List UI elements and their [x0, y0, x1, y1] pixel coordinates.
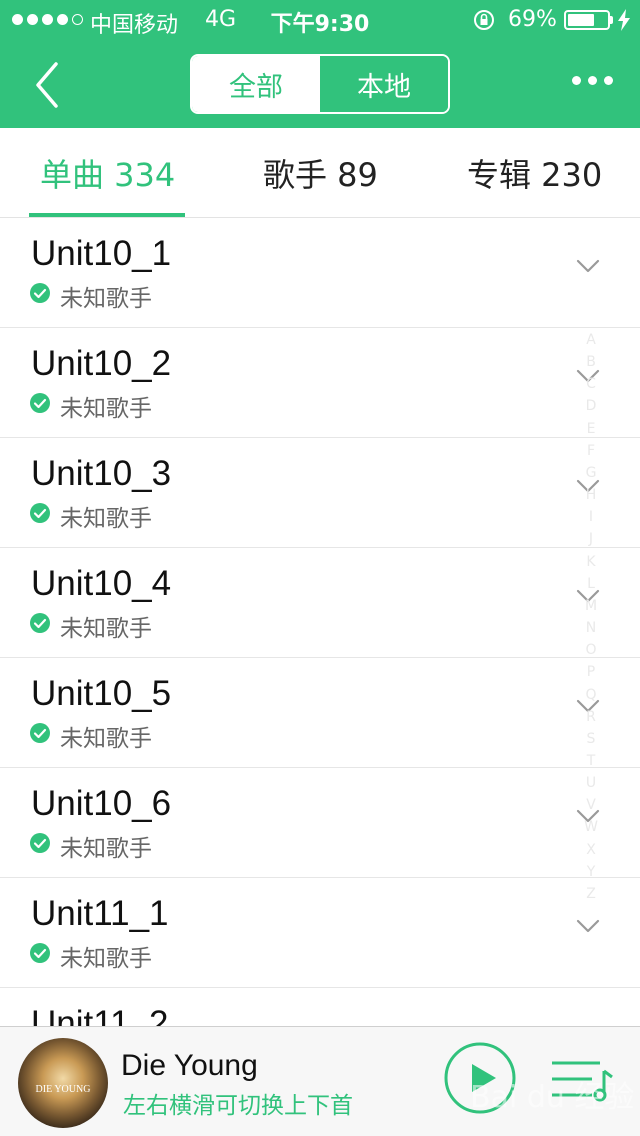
song-title: Unit10_5	[31, 674, 172, 713]
more-button[interactable]	[572, 76, 613, 85]
song-artist: 未知歌手	[60, 616, 152, 642]
index-letter[interactable]: J	[589, 531, 593, 547]
charging-bolt-icon	[618, 9, 630, 31]
album-cover-text: DIE YOUNG	[35, 1084, 91, 1095]
index-letter[interactable]: E	[587, 421, 596, 437]
segment-local[interactable]: 本地	[320, 56, 448, 112]
song-title: Unit10_3	[31, 454, 172, 493]
now-playing-title: Die Young	[121, 1049, 258, 1082]
alphabet-index[interactable]: ABCDEFGHIJKLMNOPQRSTUVWXYZ	[580, 332, 602, 902]
tab-songs[interactable]: 单曲 334	[40, 150, 175, 196]
battery-fill	[568, 14, 594, 26]
index-letter[interactable]: R	[586, 709, 596, 725]
index-letter[interactable]: K	[586, 554, 595, 570]
battery-icon	[564, 10, 610, 30]
song-row[interactable]: Unit10_2 未知歌手	[0, 328, 640, 438]
index-letter[interactable]: V	[586, 797, 596, 813]
index-letter[interactable]: A	[586, 332, 596, 348]
song-list[interactable]: Unit10_1 未知歌手 Unit10_2 未知歌手 Unit10_3 未知歌手 Unit…	[0, 218, 640, 1026]
downloaded-check-icon	[30, 833, 50, 853]
index-letter[interactable]: S	[587, 731, 596, 747]
playlist-button[interactable]	[548, 1055, 614, 1105]
top-bar: 中国移动 4G 下午9:30 69% 全部 本地	[0, 0, 640, 128]
index-letter[interactable]: O	[585, 642, 596, 658]
back-button[interactable]	[28, 60, 68, 110]
downloaded-check-icon	[30, 393, 50, 413]
song-row[interactable]: Unit10_6 未知歌手	[0, 768, 640, 878]
ellipsis-icon	[604, 76, 613, 85]
song-title: Unit10_6	[31, 784, 172, 823]
song-title: Unit10_1	[31, 234, 172, 273]
song-artist: 未知歌手	[60, 726, 152, 752]
song-artist: 未知歌手	[60, 946, 152, 972]
index-letter[interactable]: M	[585, 598, 597, 614]
album-cover[interactable]: DIE YOUNG	[18, 1038, 108, 1128]
song-row[interactable]: Unit11_1 未知歌手	[0, 878, 640, 988]
song-artist: 未知歌手	[60, 506, 152, 532]
index-letter[interactable]: F	[587, 443, 595, 459]
index-letter[interactable]: U	[586, 775, 596, 791]
song-artist: 未知歌手	[60, 836, 152, 862]
segment-all-label: 全部	[229, 71, 283, 103]
song-title: Unit11_2	[31, 1004, 169, 1026]
index-letter[interactable]: I	[589, 509, 593, 525]
mini-player[interactable]: DIE YOUNG Die Young 左右横滑可切换上下首 Bai du 经验	[0, 1026, 640, 1136]
song-title: Unit10_2	[31, 344, 172, 383]
chevron-down-icon[interactable]	[576, 918, 600, 934]
battery-percent: 69%	[508, 7, 557, 32]
tab-artists[interactable]: 歌手 89	[263, 150, 378, 196]
song-title: Unit10_4	[31, 564, 172, 603]
chevron-down-icon[interactable]	[576, 258, 600, 274]
song-row[interactable]: Unit11_2	[0, 988, 640, 1026]
index-letter[interactable]: L	[587, 576, 595, 592]
battery-cap	[610, 16, 613, 24]
index-letter[interactable]: Y	[587, 864, 596, 880]
song-artist: 未知歌手	[60, 286, 152, 312]
status-bar: 中国移动 4G 下午9:30 69%	[0, 0, 640, 40]
index-letter[interactable]: D	[586, 398, 597, 414]
play-button[interactable]	[444, 1042, 516, 1114]
index-letter[interactable]: H	[586, 487, 597, 503]
tab-albums[interactable]: 专辑 230	[467, 150, 602, 196]
song-row[interactable]: Unit10_1 未知歌手	[0, 218, 640, 328]
segment-all[interactable]: 全部	[192, 56, 320, 112]
ellipsis-icon	[588, 76, 597, 85]
segment-local-label: 本地	[357, 71, 411, 103]
song-title: Unit11_1	[31, 894, 169, 933]
rotation-lock-icon	[474, 10, 494, 30]
ellipsis-icon	[572, 76, 581, 85]
index-letter[interactable]: X	[586, 842, 596, 858]
index-letter[interactable]: G	[586, 465, 597, 481]
source-segmented-control: 全部 本地	[190, 54, 450, 114]
downloaded-check-icon	[30, 503, 50, 523]
category-tabs: 单曲 334 歌手 89 专辑 230	[0, 128, 640, 218]
swipe-hint: 左右横滑可切换上下首	[123, 1093, 353, 1119]
index-letter[interactable]: N	[586, 620, 596, 636]
song-row[interactable]: Unit10_4 未知歌手	[0, 548, 640, 658]
downloaded-check-icon	[30, 943, 50, 963]
song-artist: 未知歌手	[60, 396, 152, 422]
downloaded-check-icon	[30, 723, 50, 743]
index-letter[interactable]: C	[586, 376, 596, 392]
index-letter[interactable]: W	[584, 819, 598, 835]
index-letter[interactable]: P	[587, 664, 595, 680]
index-letter[interactable]: T	[587, 753, 596, 769]
index-letter[interactable]: Q	[585, 687, 596, 703]
index-letter[interactable]: Z	[586, 886, 596, 902]
downloaded-check-icon	[30, 283, 50, 303]
active-tab-indicator	[29, 213, 185, 217]
downloaded-check-icon	[30, 613, 50, 633]
song-row[interactable]: Unit10_3 未知歌手	[0, 438, 640, 548]
song-row[interactable]: Unit10_5 未知歌手	[0, 658, 640, 768]
index-letter[interactable]: B	[586, 354, 596, 370]
